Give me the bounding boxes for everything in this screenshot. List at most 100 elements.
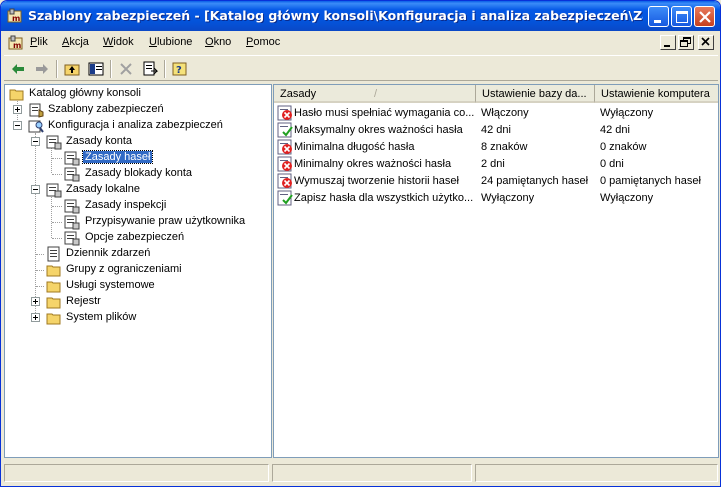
- list-item[interactable]: Hasło musi spełniać wymagania co... Włąc…: [274, 105, 718, 122]
- tree-item-restricted-groups[interactable]: Grupy z ograniczeniami: [5, 262, 265, 278]
- tree-item-security-options[interactable]: Opcje zabezpieczeń: [5, 230, 265, 246]
- tree-line: [52, 206, 62, 207]
- list-item[interactable]: Minimalny okres ważności hasła 2 dni 0 d…: [274, 156, 718, 173]
- policy-folder-icon: [64, 166, 80, 182]
- forward-button[interactable]: [31, 59, 53, 79]
- maximize-icon: [676, 11, 688, 23]
- policy-folder-icon: [46, 134, 62, 150]
- up-one-level-button[interactable]: [61, 59, 83, 79]
- computer-setting: 0 znaków: [600, 141, 647, 153]
- maximize-button[interactable]: [671, 6, 692, 27]
- collapse-icon[interactable]: [31, 185, 40, 194]
- tree-item-event-log[interactable]: Dziennik zdarzeń: [5, 246, 265, 262]
- tree-label: Konfiguracja i analiza zabezpieczeń: [48, 119, 223, 131]
- show-hide-tree-button[interactable]: [85, 59, 107, 79]
- close-button[interactable]: [694, 6, 715, 27]
- tree-item-lockout-policy[interactable]: Zasady blokady konta: [5, 166, 265, 182]
- policy-mismatch-icon: [277, 173, 293, 189]
- child-close-button[interactable]: [698, 35, 714, 50]
- status-cell: [4, 464, 269, 482]
- menu-help[interactable]: Pomoc: [246, 36, 280, 48]
- collapse-icon[interactable]: [31, 137, 40, 146]
- window-title: Szablony zabezpieczeń - [Katalog główny …: [28, 8, 643, 23]
- tree-label: Zasady inspekcji: [85, 199, 167, 211]
- collapse-icon[interactable]: [13, 121, 22, 130]
- menu-file[interactable]: Plik: [30, 36, 48, 48]
- tree-item-system-services[interactable]: Usługi systemowe: [5, 278, 265, 294]
- tree-label: Przypisywanie praw użytkownika: [85, 215, 246, 227]
- tree-item-root[interactable]: Katalog główny konsoli: [8, 86, 268, 102]
- tree-item-registry[interactable]: Rejestr: [5, 294, 265, 310]
- title-bar[interactable]: m Szablony zabezpieczeń - [Katalog główn…: [1, 1, 720, 31]
- child-restore-button[interactable]: [678, 35, 694, 50]
- computer-setting: Wyłączony: [600, 192, 654, 204]
- expand-icon[interactable]: [31, 313, 40, 322]
- tree-label: Rejestr: [66, 295, 101, 307]
- console-icon[interactable]: m: [8, 35, 24, 51]
- menu-window[interactable]: Okno: [205, 36, 231, 48]
- expand-icon[interactable]: [13, 105, 22, 114]
- policy-name: Wymuszaj tworzenie historii haseł: [294, 175, 459, 187]
- list-item[interactable]: Zapisz hasła dla wszystkich użytko... Wy…: [274, 190, 718, 207]
- policy-name: Maksymalny okres ważności hasła: [294, 124, 463, 136]
- database-setting: 8 znaków: [481, 141, 528, 153]
- list-item[interactable]: Minimalna długość hasła 8 znaków 0 znakó…: [274, 139, 718, 156]
- tree-item-analysis[interactable]: Konfiguracja i analiza zabezpieczeń: [5, 118, 265, 134]
- tree-label: Szablony zabezpieczeń: [48, 103, 164, 115]
- menu-favorites[interactable]: Ulubione: [149, 36, 192, 48]
- help-button[interactable]: ?: [169, 59, 191, 79]
- database-setting: 24 pamiętanych haseł: [481, 175, 589, 187]
- toolbar: ?: [4, 55, 718, 81]
- tree-item-local-policies[interactable]: Zasady lokalne: [5, 182, 265, 198]
- close-icon: [699, 11, 711, 23]
- mmc-app-icon[interactable]: m: [7, 8, 23, 24]
- tree-line: [52, 174, 62, 175]
- result-list[interactable]: Zasady / Ustawienie bazy da... Ustawieni…: [273, 84, 719, 458]
- computer-setting: Wyłączony: [600, 107, 654, 119]
- minimize-icon: [664, 45, 670, 47]
- help-icon: ?: [172, 62, 187, 76]
- expand-icon[interactable]: [31, 297, 40, 306]
- tree-label: Usługi systemowe: [66, 279, 155, 291]
- policy-name: Minimalna długość hasła: [294, 141, 415, 153]
- list-item[interactable]: Wymuszaj tworzenie historii haseł 24 pam…: [274, 173, 718, 190]
- computer-setting: 0 dni: [600, 158, 624, 170]
- folder-icon: [46, 294, 62, 310]
- export-list-button[interactable]: [139, 59, 161, 79]
- tree-item-templates[interactable]: Szablony zabezpieczeń: [5, 102, 265, 118]
- policy-name: Hasło musi spełniać wymagania co...: [294, 107, 474, 119]
- menu-action[interactable]: Akcja: [62, 36, 89, 48]
- console-tree[interactable]: Katalog główny konsoli Szablony zabezpie…: [4, 84, 272, 458]
- tree-item-audit-policy[interactable]: Zasady inspekcji: [5, 198, 265, 214]
- tree-label: Zasady blokady konta: [85, 167, 193, 179]
- tree-item-file-system[interactable]: System plików: [5, 310, 265, 326]
- policy-name: Zapisz hasła dla wszystkich użytko...: [294, 192, 474, 204]
- tree-item-user-rights[interactable]: Przypisywanie praw użytkownika: [5, 214, 265, 230]
- policy-match-icon: [277, 190, 293, 206]
- menu-view[interactable]: Widok: [103, 36, 134, 48]
- child-minimize-button[interactable]: [660, 35, 676, 50]
- event-log-icon: [46, 246, 62, 262]
- minimize-button[interactable]: [648, 6, 669, 27]
- policy-name: Minimalny okres ważności hasła: [294, 158, 452, 170]
- tree-item-account-policies[interactable]: Zasady konta: [5, 134, 265, 150]
- list-item[interactable]: Maksymalny okres ważności hasła 42 dni 4…: [274, 122, 718, 139]
- column-header-computer-setting[interactable]: Ustawienie komputera: [595, 85, 718, 103]
- database-setting: Włączony: [481, 107, 529, 119]
- policy-mismatch-icon: [277, 139, 293, 155]
- back-button[interactable]: [7, 59, 29, 79]
- tree-line: [52, 158, 62, 159]
- column-header-policy[interactable]: Zasady /: [274, 85, 476, 103]
- computer-setting: 0 pamiętanych haseł: [600, 175, 701, 187]
- mmc-window: m Szablony zabezpieczeń - [Katalog główn…: [0, 0, 721, 487]
- tree-item-password-policy[interactable]: Zasady haseł: [5, 150, 265, 166]
- database-setting: 42 dni: [481, 124, 511, 136]
- delete-button[interactable]: [115, 59, 137, 79]
- column-header-label: Ustawienie komputera: [601, 88, 710, 100]
- policy-folder-icon: [64, 230, 80, 246]
- delete-icon: [120, 63, 132, 75]
- toolbar-separator: [56, 60, 58, 78]
- show-hide-tree-icon: [88, 62, 104, 76]
- export-list-icon: [143, 61, 158, 76]
- column-header-database-setting[interactable]: Ustawienie bazy da...: [476, 85, 595, 103]
